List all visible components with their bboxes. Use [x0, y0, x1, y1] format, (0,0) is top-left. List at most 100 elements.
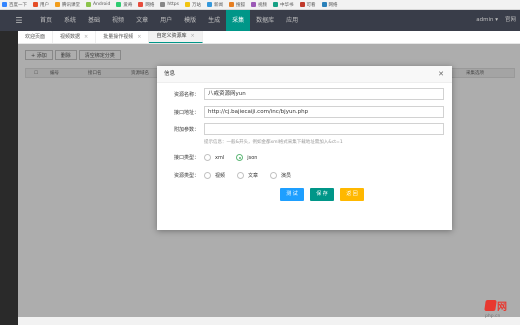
menu-toggle-icon[interactable]: ☰ — [14, 10, 24, 31]
resource-name-input[interactable]: 八戒资源网yun — [204, 88, 444, 100]
radio-circle-icon[interactable] — [237, 172, 245, 179]
nav-menu: 首页 系统 基础 视频 文章 用户 模版 生成 采集 数据库 应用 — [34, 10, 304, 31]
radio-label: 视频 — [215, 173, 226, 179]
bookmark-label: 中华书 — [280, 2, 294, 8]
nav-item[interactable]: 基础 — [82, 10, 106, 31]
bookmark-item[interactable]: 可看 — [299, 2, 316, 8]
bookmark-item[interactable]: 搜狐 — [229, 2, 245, 8]
site-link[interactable]: 官网 — [505, 10, 516, 31]
nav-item[interactable]: 数据库 — [250, 10, 280, 31]
admin-menu[interactable]: admin ▾ — [476, 10, 498, 31]
res-type-radios: 视频 文章 演员 — [204, 172, 303, 179]
bookmark-favicon-icon — [138, 2, 144, 7]
nav-item[interactable]: 系统 — [58, 10, 82, 31]
radio-circle-icon[interactable] — [270, 172, 278, 179]
watermark-text: 网 — [497, 302, 507, 313]
nav-item[interactable]: 文章 — [130, 10, 154, 31]
bookmark-favicon-icon — [229, 2, 234, 7]
bookmark-label: Android — [93, 2, 111, 7]
nav-item[interactable]: 生成 — [202, 10, 226, 31]
cancel-button[interactable]: 返 回 — [340, 188, 364, 201]
page-tabs: 欢迎页面 视频数据 × 批量操作视频 × 自定义资源库 × — [18, 31, 520, 44]
api-url-input[interactable]: http://cj.bajiecaiji.com/inc/bjyun.php — [204, 106, 444, 118]
bookmark-item[interactable]: 爱奇 — [116, 2, 132, 8]
hint-text: 提示信息：一般&开头，例如金都xml格式采集下载地址需加入&ct=1 — [204, 140, 343, 145]
radio-circle-icon[interactable] — [204, 172, 211, 179]
bookmark-item[interactable]: 万站 — [185, 2, 201, 8]
bookmark-favicon-icon — [2, 2, 7, 7]
api-type-label: 接口类型： — [173, 155, 199, 161]
bookmark-label: https — [167, 2, 179, 7]
bookmark-favicon-icon — [299, 2, 305, 7]
bookmark-item[interactable]: 腾讯课堂 — [55, 2, 80, 8]
bookmark-item[interactable]: 中华书 — [273, 2, 294, 8]
bookmark-favicon-icon — [55, 2, 60, 7]
bookmark-item[interactable]: 网络 — [321, 2, 338, 8]
bookmark-label: 网络 — [328, 2, 338, 8]
tab-label: 自定义资源库 — [156, 33, 187, 39]
bookmark-item[interactable]: 视频 — [251, 2, 267, 8]
save-button[interactable]: 保 存 — [310, 188, 334, 201]
nav-item[interactable]: 用户 — [154, 10, 178, 31]
nav-item[interactable]: 模版 — [178, 10, 202, 31]
bookmark-item[interactable]: 新闻 — [207, 2, 223, 8]
dialog-header: 信息 ✕ — [157, 66, 452, 83]
bookmark-item[interactable]: https — [160, 2, 179, 7]
bookmark-label: 网络 — [145, 2, 155, 8]
bookmark-item[interactable]: Android — [86, 2, 110, 7]
bookmark-favicon-icon — [86, 2, 91, 7]
bookmark-label: 腾讯课堂 — [62, 2, 80, 8]
tab-label: 欢迎页面 — [25, 33, 46, 40]
tab-item[interactable]: 视频数据 × — [53, 31, 97, 44]
tab-close-icon[interactable]: × — [137, 31, 141, 44]
radio-option[interactable]: 视频 — [204, 172, 225, 179]
radio-circle-icon[interactable] — [236, 154, 244, 161]
watermark-sub: php.cn — [485, 314, 501, 319]
radio-option[interactable]: json — [236, 154, 257, 161]
bookmark-item[interactable]: 网络 — [138, 2, 154, 8]
test-button[interactable]: 测 试 — [280, 188, 304, 201]
radio-label: json — [247, 154, 258, 161]
close-icon[interactable]: ✕ — [438, 66, 444, 83]
bookmark-item[interactable]: 用户 — [33, 2, 49, 8]
res-type-label: 资源类型： — [173, 173, 199, 179]
bookmark-label: 万站 — [192, 2, 201, 8]
api-type-radios: xml json — [204, 154, 269, 161]
watermark-logo-icon — [484, 300, 497, 311]
info-dialog: 信息 ✕ 资源名称： 八戒资源网yun 接口地址： http://cj.baji… — [157, 66, 452, 230]
bookmark-favicon-icon — [207, 2, 212, 7]
bookmark-favicon-icon — [273, 2, 278, 7]
bookmark-favicon-icon — [33, 2, 38, 7]
tab-item[interactable]: 批量操作视频 × — [96, 31, 150, 44]
bookmark-label: 用户 — [40, 2, 49, 8]
bookmark-favicon-icon — [116, 2, 122, 7]
nav-item[interactable]: 首页 — [34, 10, 58, 31]
extra-params-input[interactable] — [204, 123, 444, 135]
radio-option[interactable]: 文章 — [237, 172, 258, 179]
left-sidebar — [0, 31, 18, 325]
radio-label: 文章 — [248, 173, 259, 179]
name-row: 资源名称： 八戒资源网yun — [169, 88, 444, 100]
radio-option[interactable]: xml — [204, 154, 224, 161]
nav-item[interactable]: 视频 — [106, 10, 130, 31]
bookmark-label: 新闻 — [214, 2, 223, 8]
footer-bar — [18, 317, 520, 325]
tab-close-icon[interactable]: × — [190, 30, 194, 43]
tab-close-icon[interactable]: × — [84, 31, 88, 44]
bookmark-favicon-icon — [251, 2, 256, 7]
radio-option[interactable]: 演员 — [270, 172, 291, 179]
api-type-row: 接口类型： xml json — [169, 154, 269, 161]
watermark-logo: 网 php.cn — [483, 298, 519, 325]
tab-item[interactable]: 自定义资源库 × — [149, 30, 203, 43]
dialog-title: 信息 — [164, 71, 176, 77]
nav-item[interactable]: 应用 — [280, 10, 304, 31]
res-type-row: 资源类型： 视频 文章 演员 — [169, 172, 303, 179]
param-label: 附加参数： — [173, 126, 199, 133]
bookmark-favicon-icon — [160, 2, 166, 7]
api-row: 接口地址： http://cj.bajiecaiji.com/inc/bjyun… — [169, 106, 444, 118]
bookmark-label: 可看 — [306, 2, 316, 8]
nav-item[interactable]: 采集 — [226, 10, 251, 31]
radio-circle-icon[interactable] — [204, 154, 211, 161]
bookmark-item[interactable]: 百度一下 — [2, 2, 27, 8]
tab-item[interactable]: 欢迎页面 — [18, 31, 54, 43]
